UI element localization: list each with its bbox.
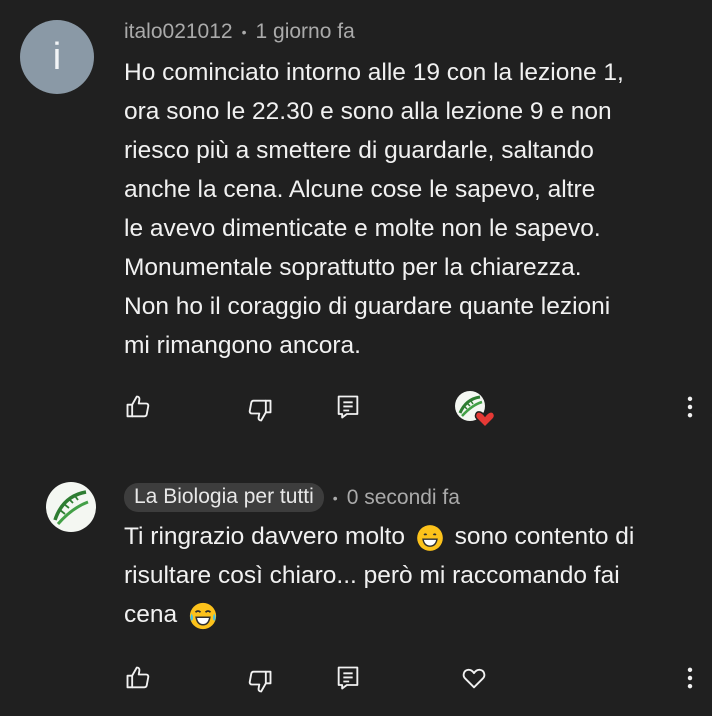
dislike-button[interactable] <box>242 663 278 699</box>
timestamp[interactable]: 1 giorno fa <box>256 20 355 44</box>
like-button[interactable] <box>120 660 156 696</box>
comment-text: Ho cominciato intorno alle 19 con la lez… <box>124 59 624 359</box>
meta-separator: • <box>241 24 247 40</box>
reply-button[interactable] <box>330 660 366 696</box>
comment-actions <box>0 660 712 700</box>
comment-1: i italo021012 • 1 giorno fa Ho cominciat… <box>0 0 712 440</box>
more-button[interactable] <box>672 660 708 696</box>
more-icon <box>687 667 693 689</box>
text-line-3: cena <box>124 601 178 628</box>
reply-icon <box>337 395 359 419</box>
author-name[interactable]: italo021012 <box>124 20 233 44</box>
timestamp[interactable]: 0 secondi fa <box>347 486 460 510</box>
channel-avatar[interactable] <box>46 482 96 532</box>
heart-icon <box>462 668 486 689</box>
text-line-1-rest: sono contento di <box>454 523 635 550</box>
dislike-icon <box>248 399 272 422</box>
like-button[interactable] <box>120 389 156 425</box>
heart-button[interactable] <box>456 660 492 696</box>
channel-logo-heart-icon <box>455 391 496 429</box>
comment-actions <box>0 389 712 429</box>
comment-meta: italo021012 • 1 giorno fa <box>124 20 355 44</box>
channel-logo-icon <box>53 490 89 525</box>
more-icon <box>687 396 693 418</box>
comment-meta: La Biologia per tutti • 0 secondi fa <box>124 483 460 512</box>
grinning-face-icon <box>416 524 443 551</box>
avatar[interactable]: i <box>20 20 94 94</box>
text-line-2: risultare così chiaro... però mi raccoma… <box>124 562 620 589</box>
channel-author-badge[interactable]: La Biologia per tutti <box>124 483 324 512</box>
more-button[interactable] <box>672 389 708 425</box>
dislike-button[interactable] <box>242 392 278 428</box>
text-line-1: Ti ringrazio davvero molto <box>124 523 405 550</box>
dislike-icon <box>248 670 272 693</box>
avatar-letter: i <box>52 35 62 78</box>
comment-text: Ti ringrazio davvero molto sono contento… <box>124 517 704 634</box>
creator-heart <box>452 389 498 431</box>
comment-2: La Biologia per tutti • 0 secondi fa Ti … <box>0 470 712 716</box>
reply-icon <box>337 666 359 690</box>
tears-of-joy-icon <box>189 602 217 629</box>
reply-button[interactable] <box>330 389 366 425</box>
like-icon <box>126 395 150 418</box>
like-icon <box>126 666 150 689</box>
meta-separator: • <box>332 489 338 506</box>
